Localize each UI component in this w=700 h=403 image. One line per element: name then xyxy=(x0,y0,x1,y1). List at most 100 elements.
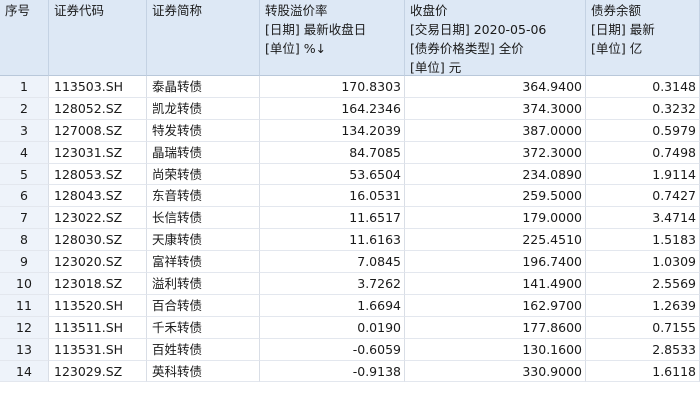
table-cell-balance[interactable]: 3.4714 xyxy=(586,207,700,230)
table-cell-code[interactable]: 123018.SZ xyxy=(49,273,147,295)
column-header-idx[interactable]: 序号 xyxy=(0,0,49,76)
table-cell-close[interactable]: 225.4510 xyxy=(405,229,586,252)
column-header-line: 收盘价 xyxy=(410,3,448,18)
row-number[interactable]: 4 xyxy=(0,141,49,164)
column-header-premium[interactable]: 转股溢价率 [日期] 最新收盘日 [单位] %↓ xyxy=(260,0,405,76)
bond-data-table: 序号 证券代码 证券简称 转股溢价率 [日期] 最新收盘日 [单位] %↓ 收盘价 [交易日期… xyxy=(0,0,700,403)
column-header-line: [交易日期] 2020-05-06 xyxy=(410,22,547,37)
table-cell-balance[interactable]: 1.6118 xyxy=(586,360,700,383)
table-cell-premium[interactable]: 170.8303 xyxy=(260,76,405,98)
column-header-line: [单位] 元 xyxy=(410,60,462,75)
table-cell-balance[interactable]: 1.9114 xyxy=(586,163,700,186)
table-cell-name[interactable]: 天康转债 xyxy=(147,229,260,252)
table-cell-name[interactable]: 百姓转债 xyxy=(147,338,260,361)
table-cell-code[interactable]: 128043.SZ xyxy=(49,185,147,208)
table-cell-balance[interactable]: 0.3232 xyxy=(586,97,700,120)
table-cell-code[interactable]: 123022.SZ xyxy=(49,207,147,230)
column-header-code[interactable]: 证券代码 xyxy=(49,0,147,76)
table-cell-balance[interactable]: 0.7427 xyxy=(586,185,700,208)
column-header-line: [单位] 亿 xyxy=(591,41,643,56)
row-number[interactable]: 8 xyxy=(0,229,49,252)
table-cell-balance[interactable]: 1.2639 xyxy=(586,294,700,317)
table-cell-premium[interactable]: 134.2039 xyxy=(260,119,405,142)
table-cell-balance[interactable]: 1.5183 xyxy=(586,229,700,252)
column-header-line: [日期] 最新 xyxy=(591,22,655,37)
row-number[interactable]: 10 xyxy=(0,273,49,295)
table-cell-code[interactable]: 123031.SZ xyxy=(49,141,147,164)
table-cell-name[interactable]: 凯龙转债 xyxy=(147,97,260,120)
table-cell-close[interactable]: 372.3000 xyxy=(405,141,586,164)
table-cell-premium[interactable]: 11.6163 xyxy=(260,229,405,252)
table-cell-name[interactable]: 晶瑞转债 xyxy=(147,141,260,164)
table-cell-balance[interactable]: 0.5979 xyxy=(586,119,700,142)
table-cell-close[interactable]: 177.8600 xyxy=(405,316,586,339)
table-cell-name[interactable]: 英科转债 xyxy=(147,360,260,383)
table-cell-balance[interactable]: 0.7498 xyxy=(586,141,700,164)
column-header-line: 债券余额 xyxy=(591,3,642,18)
table-cell-premium[interactable]: -0.6059 xyxy=(260,338,405,361)
table-cell-name[interactable]: 富祥转债 xyxy=(147,251,260,274)
table-cell-close[interactable]: 130.1600 xyxy=(405,338,586,361)
table-cell-code[interactable]: 123020.SZ xyxy=(49,251,147,274)
table-cell-close[interactable]: 259.5000 xyxy=(405,185,586,208)
table-cell-name[interactable]: 特发转债 xyxy=(147,119,260,142)
column-header-balance[interactable]: 债券余额 [日期] 最新 [单位] 亿 xyxy=(586,0,700,76)
table-cell-premium[interactable]: 3.7262 xyxy=(260,273,405,295)
table-cell-code[interactable]: 123029.SZ xyxy=(49,360,147,383)
column-header-line: [日期] 最新收盘日 xyxy=(265,22,367,37)
row-number[interactable]: 7 xyxy=(0,207,49,230)
table-cell-close[interactable]: 364.9400 xyxy=(405,76,586,98)
table-cell-premium[interactable]: 7.0845 xyxy=(260,251,405,274)
column-header-close[interactable]: 收盘价 [交易日期] 2020-05-06 [债券价格类型] 全价 [单位] 元 xyxy=(405,0,586,76)
table-cell-close[interactable]: 234.0890 xyxy=(405,163,586,186)
table-cell-close[interactable]: 162.9700 xyxy=(405,294,586,317)
table-cell-close[interactable]: 387.0000 xyxy=(405,119,586,142)
row-number[interactable]: 2 xyxy=(0,97,49,120)
table-cell-balance[interactable]: 1.0309 xyxy=(586,251,700,274)
table-cell-name[interactable]: 百合转债 xyxy=(147,294,260,317)
table-cell-premium[interactable]: 11.6517 xyxy=(260,207,405,230)
table-cell-premium[interactable]: 0.0190 xyxy=(260,316,405,339)
table-cell-close[interactable]: 179.0000 xyxy=(405,207,586,230)
table-cell-code[interactable]: 128052.SZ xyxy=(49,97,147,120)
table-cell-code[interactable]: 113503.SH xyxy=(49,76,147,98)
row-number[interactable]: 11 xyxy=(0,294,49,317)
row-number[interactable]: 12 xyxy=(0,316,49,339)
table-cell-close[interactable]: 330.9000 xyxy=(405,360,586,383)
table-cell-name[interactable]: 长信转债 xyxy=(147,207,260,230)
table-cell-code[interactable]: 128030.SZ xyxy=(49,229,147,252)
row-number[interactable]: 1 xyxy=(0,76,49,98)
table-cell-balance[interactable]: 0.3148 xyxy=(586,76,700,98)
table-cell-close[interactable]: 374.3000 xyxy=(405,97,586,120)
row-number[interactable]: 3 xyxy=(0,119,49,142)
row-number[interactable]: 6 xyxy=(0,185,49,208)
table-cell-premium[interactable]: -0.9138 xyxy=(260,360,405,383)
table-cell-code[interactable]: 128053.SZ xyxy=(49,163,147,186)
table-cell-code[interactable]: 113520.SH xyxy=(49,294,147,317)
row-number[interactable]: 14 xyxy=(0,360,49,383)
table-cell-code[interactable]: 113511.SH xyxy=(49,316,147,339)
table-cell-premium[interactable]: 164.2346 xyxy=(260,97,405,120)
table-cell-balance[interactable]: 2.5569 xyxy=(586,273,700,295)
table-cell-premium[interactable]: 1.6694 xyxy=(260,294,405,317)
table-cell-name[interactable]: 溢利转债 xyxy=(147,273,260,295)
row-number[interactable]: 5 xyxy=(0,163,49,186)
row-number[interactable]: 13 xyxy=(0,338,49,361)
table-cell-close[interactable]: 196.7400 xyxy=(405,251,586,274)
table-cell-code[interactable]: 127008.SZ xyxy=(49,119,147,142)
table-cell-code[interactable]: 113531.SH xyxy=(49,338,147,361)
table-cell-balance[interactable]: 0.7155 xyxy=(586,316,700,339)
table-cell-name[interactable]: 东音转债 xyxy=(147,185,260,208)
table-cell-premium[interactable]: 16.0531 xyxy=(260,185,405,208)
table-cell-name[interactable]: 尚荣转债 xyxy=(147,163,260,186)
column-header-name[interactable]: 证券简称 xyxy=(147,0,260,76)
table-cell-name[interactable]: 千禾转债 xyxy=(147,316,260,339)
row-number[interactable]: 9 xyxy=(0,251,49,274)
table-cell-premium[interactable]: 84.7085 xyxy=(260,141,405,164)
table-cell-name[interactable]: 泰晶转债 xyxy=(147,76,260,98)
table-cell-balance[interactable]: 2.8533 xyxy=(586,338,700,361)
table-cell-premium[interactable]: 53.6504 xyxy=(260,163,405,186)
column-header-line: [债券价格类型] 全价 xyxy=(410,41,524,56)
table-cell-close[interactable]: 141.4900 xyxy=(405,273,586,295)
column-header-line: [单位] %↓ xyxy=(265,41,327,56)
